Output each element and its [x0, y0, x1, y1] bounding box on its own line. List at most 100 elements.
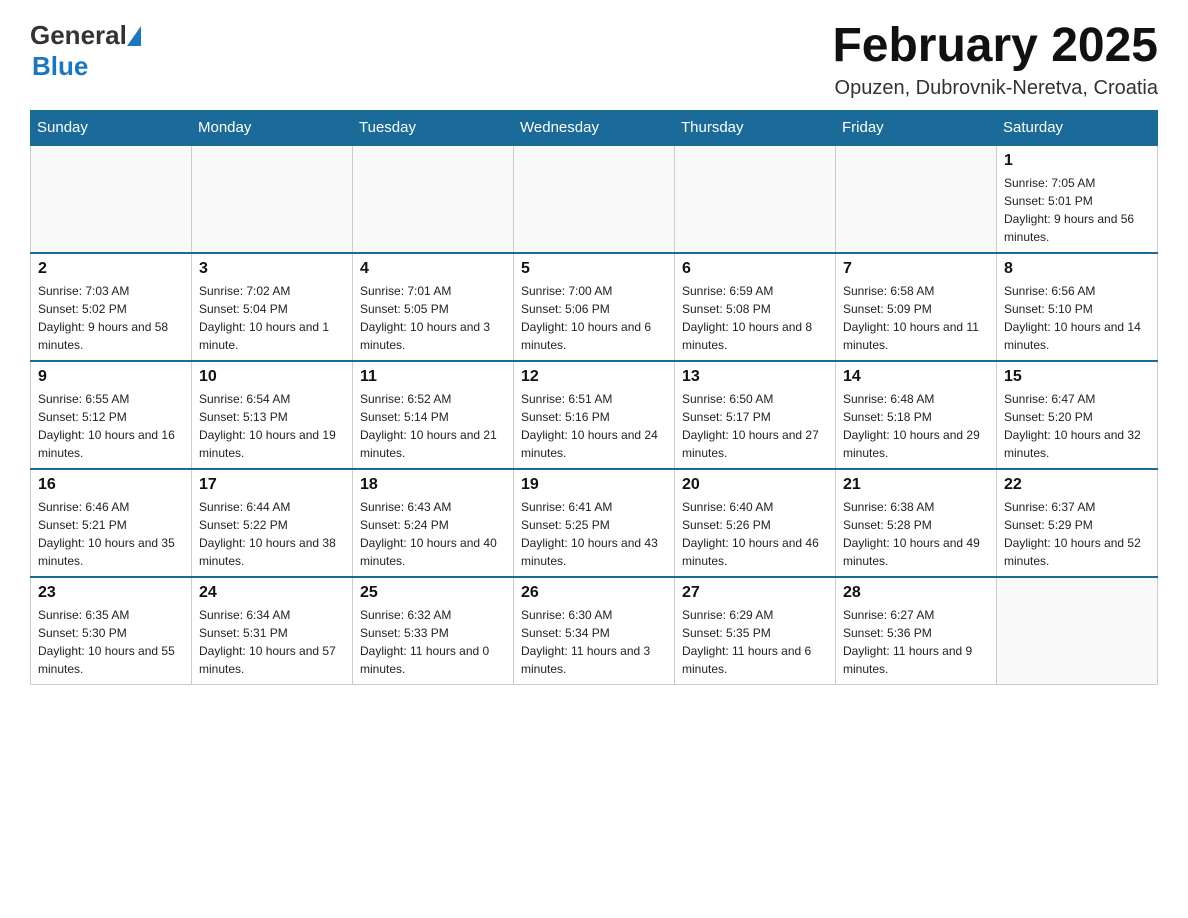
- day-info: Sunrise: 7:03 AM Sunset: 5:02 PM Dayligh…: [38, 282, 184, 354]
- calendar-week-row: 9 Sunrise: 6:55 AM Sunset: 5:12 PM Daylig…: [31, 361, 1158, 469]
- calendar-day-cell: [514, 145, 675, 253]
- calendar-day-cell: 23 Sunrise: 6:35 AM Sunset: 5:30 PM Dayli…: [31, 577, 192, 685]
- day-number: 2: [38, 260, 184, 278]
- day-number: 15: [1004, 368, 1150, 386]
- day-of-week-header: Sunday: [31, 110, 192, 145]
- calendar-day-cell: 9 Sunrise: 6:55 AM Sunset: 5:12 PM Daylig…: [31, 361, 192, 469]
- calendar-day-cell: [675, 145, 836, 253]
- day-number: 27: [682, 584, 828, 602]
- day-number: 25: [360, 584, 506, 602]
- calendar-day-cell: 1 Sunrise: 7:05 AM Sunset: 5:01 PM Daylig…: [997, 145, 1158, 253]
- calendar-day-cell: 11 Sunrise: 6:52 AM Sunset: 5:14 PM Dayli…: [353, 361, 514, 469]
- calendar-day-cell: 17 Sunrise: 6:44 AM Sunset: 5:22 PM Dayli…: [192, 469, 353, 577]
- day-info: Sunrise: 6:56 AM Sunset: 5:10 PM Dayligh…: [1004, 282, 1150, 354]
- calendar-week-row: 23 Sunrise: 6:35 AM Sunset: 5:30 PM Dayli…: [31, 577, 1158, 685]
- day-info: Sunrise: 6:46 AM Sunset: 5:21 PM Dayligh…: [38, 498, 184, 570]
- day-number: 24: [199, 584, 345, 602]
- day-info: Sunrise: 6:41 AM Sunset: 5:25 PM Dayligh…: [521, 498, 667, 570]
- calendar-day-cell: 20Sunrise: 6:40 AM Sunset: 5:26 PM Dayli…: [675, 469, 836, 577]
- calendar-day-cell: [31, 145, 192, 253]
- day-info: Sunrise: 6:43 AM Sunset: 5:24 PM Dayligh…: [360, 498, 506, 570]
- logo: General Blue: [30, 20, 141, 82]
- day-info: Sunrise: 6:55 AM Sunset: 5:12 PM Dayligh…: [38, 390, 184, 462]
- day-number: 5: [521, 260, 667, 278]
- day-of-week-header: Thursday: [675, 110, 836, 145]
- day-number: 7: [843, 260, 989, 278]
- day-info: Sunrise: 6:52 AM Sunset: 5:14 PM Dayligh…: [360, 390, 506, 462]
- calendar-day-cell: 25 Sunrise: 6:32 AM Sunset: 5:33 PM Dayli…: [353, 577, 514, 685]
- calendar-header-row: SundayMondayTuesdayWednesdayThursdayFrid…: [31, 110, 1158, 145]
- day-info: Sunrise: 6:29 AM Sunset: 5:35 PM Dayligh…: [682, 606, 828, 678]
- calendar-day-cell: [836, 145, 997, 253]
- day-info: Sunrise: 7:02 AM Sunset: 5:04 PM Dayligh…: [199, 282, 345, 354]
- day-number: 4: [360, 260, 506, 278]
- logo-blue-text: Blue: [32, 51, 88, 81]
- calendar-day-cell: 18 Sunrise: 6:43 AM Sunset: 5:24 PM Dayli…: [353, 469, 514, 577]
- day-info: Sunrise: 7:05 AM Sunset: 5:01 PM Dayligh…: [1004, 174, 1150, 246]
- day-info: Sunrise: 6:47 AM Sunset: 5:20 PM Dayligh…: [1004, 390, 1150, 462]
- calendar-table: SundayMondayTuesdayWednesdayThursdayFrid…: [30, 110, 1158, 685]
- calendar-day-cell: 10Sunrise: 6:54 AM Sunset: 5:13 PM Dayli…: [192, 361, 353, 469]
- day-info: Sunrise: 6:37 AM Sunset: 5:29 PM Dayligh…: [1004, 498, 1150, 570]
- day-number: 19: [521, 476, 667, 494]
- day-number: 10: [199, 368, 345, 386]
- day-info: Sunrise: 6:58 AM Sunset: 5:09 PM Dayligh…: [843, 282, 989, 354]
- calendar-day-cell: [353, 145, 514, 253]
- day-info: Sunrise: 6:34 AM Sunset: 5:31 PM Dayligh…: [199, 606, 345, 678]
- day-info: Sunrise: 7:01 AM Sunset: 5:05 PM Dayligh…: [360, 282, 506, 354]
- page-header: General Blue February 2025 Opuzen, Dubro…: [30, 20, 1158, 100]
- calendar-day-cell: 14Sunrise: 6:48 AM Sunset: 5:18 PM Dayli…: [836, 361, 997, 469]
- day-info: Sunrise: 6:32 AM Sunset: 5:33 PM Dayligh…: [360, 606, 506, 678]
- calendar-day-cell: 6Sunrise: 6:59 AM Sunset: 5:08 PM Daylig…: [675, 253, 836, 361]
- day-number: 18: [360, 476, 506, 494]
- day-number: 26: [521, 584, 667, 602]
- day-number: 14: [843, 368, 989, 386]
- calendar-day-cell: 16 Sunrise: 6:46 AM Sunset: 5:21 PM Dayli…: [31, 469, 192, 577]
- location-text: Opuzen, Dubrovnik-Neretva, Croatia: [832, 77, 1158, 100]
- day-info: Sunrise: 6:30 AM Sunset: 5:34 PM Dayligh…: [521, 606, 667, 678]
- day-info: Sunrise: 6:51 AM Sunset: 5:16 PM Dayligh…: [521, 390, 667, 462]
- day-info: Sunrise: 6:38 AM Sunset: 5:28 PM Dayligh…: [843, 498, 989, 570]
- day-of-week-header: Saturday: [997, 110, 1158, 145]
- day-info: Sunrise: 6:50 AM Sunset: 5:17 PM Dayligh…: [682, 390, 828, 462]
- calendar-week-row: 1 Sunrise: 7:05 AM Sunset: 5:01 PM Daylig…: [31, 145, 1158, 253]
- day-number: 12: [521, 368, 667, 386]
- month-title: February 2025: [832, 20, 1158, 73]
- calendar-day-cell: 13Sunrise: 6:50 AM Sunset: 5:17 PM Dayli…: [675, 361, 836, 469]
- day-of-week-header: Tuesday: [353, 110, 514, 145]
- day-number: 11: [360, 368, 506, 386]
- calendar-week-row: 16 Sunrise: 6:46 AM Sunset: 5:21 PM Dayli…: [31, 469, 1158, 577]
- calendar-day-cell: 7 Sunrise: 6:58 AM Sunset: 5:09 PM Daylig…: [836, 253, 997, 361]
- calendar-day-cell: 3 Sunrise: 7:02 AM Sunset: 5:04 PM Daylig…: [192, 253, 353, 361]
- day-number: 16: [38, 476, 184, 494]
- day-info: Sunrise: 7:00 AM Sunset: 5:06 PM Dayligh…: [521, 282, 667, 354]
- day-number: 3: [199, 260, 345, 278]
- day-of-week-header: Monday: [192, 110, 353, 145]
- day-info: Sunrise: 6:59 AM Sunset: 5:08 PM Dayligh…: [682, 282, 828, 354]
- calendar-day-cell: 28 Sunrise: 6:27 AM Sunset: 5:36 PM Dayli…: [836, 577, 997, 685]
- day-of-week-header: Friday: [836, 110, 997, 145]
- calendar-day-cell: 5 Sunrise: 7:00 AM Sunset: 5:06 PM Daylig…: [514, 253, 675, 361]
- calendar-day-cell: 15 Sunrise: 6:47 AM Sunset: 5:20 PM Dayli…: [997, 361, 1158, 469]
- day-number: 8: [1004, 260, 1150, 278]
- day-info: Sunrise: 6:27 AM Sunset: 5:36 PM Dayligh…: [843, 606, 989, 678]
- day-info: Sunrise: 6:35 AM Sunset: 5:30 PM Dayligh…: [38, 606, 184, 678]
- calendar-day-cell: [192, 145, 353, 253]
- day-number: 17: [199, 476, 345, 494]
- calendar-day-cell: 19 Sunrise: 6:41 AM Sunset: 5:25 PM Dayli…: [514, 469, 675, 577]
- day-number: 23: [38, 584, 184, 602]
- logo-general-text: General: [30, 20, 127, 51]
- calendar-day-cell: [997, 577, 1158, 685]
- calendar-week-row: 2 Sunrise: 7:03 AM Sunset: 5:02 PM Daylig…: [31, 253, 1158, 361]
- calendar-day-cell: 26 Sunrise: 6:30 AM Sunset: 5:34 PM Dayli…: [514, 577, 675, 685]
- day-number: 9: [38, 368, 184, 386]
- calendar-day-cell: 12 Sunrise: 6:51 AM Sunset: 5:16 PM Dayli…: [514, 361, 675, 469]
- day-number: 1: [1004, 152, 1150, 170]
- calendar-day-cell: 2 Sunrise: 7:03 AM Sunset: 5:02 PM Daylig…: [31, 253, 192, 361]
- day-info: Sunrise: 6:44 AM Sunset: 5:22 PM Dayligh…: [199, 498, 345, 570]
- day-number: 28: [843, 584, 989, 602]
- calendar-day-cell: 8 Sunrise: 6:56 AM Sunset: 5:10 PM Daylig…: [997, 253, 1158, 361]
- title-block: February 2025 Opuzen, Dubrovnik-Neretva,…: [832, 20, 1158, 100]
- calendar-day-cell: 24 Sunrise: 6:34 AM Sunset: 5:31 PM Dayli…: [192, 577, 353, 685]
- day-of-week-header: Wednesday: [514, 110, 675, 145]
